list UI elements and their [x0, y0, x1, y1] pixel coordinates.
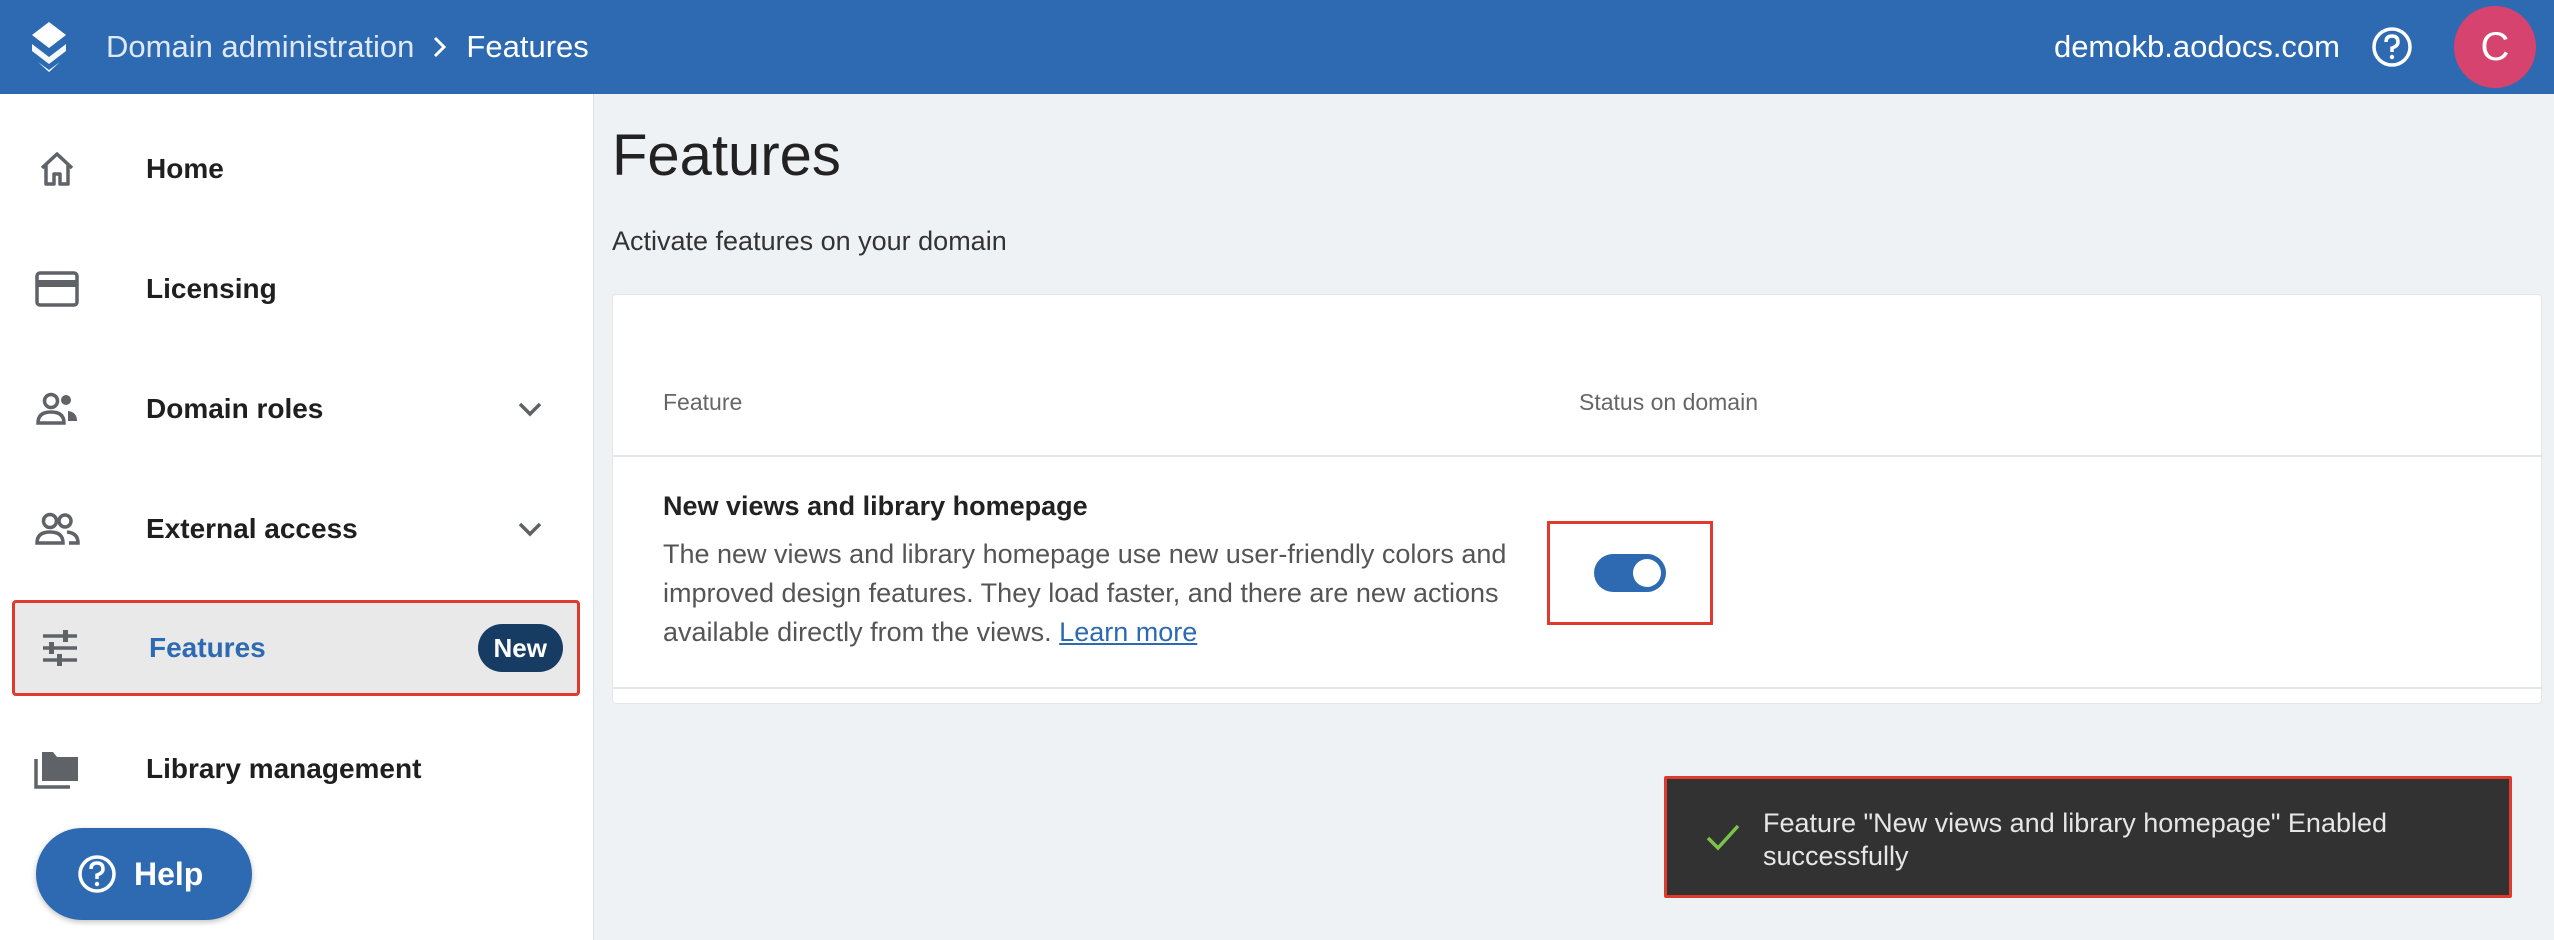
help-label: Help [134, 855, 204, 892]
success-toast: Feature "New views and library homepage"… [1664, 776, 2512, 898]
credit-card-icon [34, 266, 80, 312]
sidebar: Home Licensing Domain roles External acc… [0, 94, 594, 940]
tune-icon [37, 625, 83, 671]
sidebar-item-label: Library management [146, 753, 422, 784]
home-icon [34, 146, 80, 192]
avatar[interactable]: C [2454, 6, 2536, 88]
row-divider [613, 687, 2543, 689]
chevron-right-icon [430, 35, 450, 59]
check-icon [1706, 824, 1740, 851]
sidebar-item-features[interactable]: Features New [12, 600, 580, 696]
breadcrumb-root[interactable]: Domain administration [106, 29, 414, 65]
feature-title: New views and library homepage [663, 491, 1088, 521]
feature-description: The new views and library homepage use n… [663, 535, 1543, 652]
sidebar-item-label: Licensing [146, 273, 277, 304]
features-table: Feature Status on domain New views and l… [612, 294, 2543, 704]
help-button[interactable]: Help [36, 828, 252, 920]
toast-message: Feature "New views and library homepage"… [1763, 808, 2388, 871]
sidebar-item-label: External access [146, 513, 358, 544]
people-icon [34, 386, 80, 432]
help-circle-icon[interactable] [2370, 25, 2414, 69]
breadcrumb: Domain administration Features [106, 0, 589, 94]
sidebar-item-library-management[interactable]: Library management [0, 724, 594, 814]
new-badge: New [477, 624, 563, 672]
status-toggle-highlight [1547, 521, 1713, 625]
sidebar-item-label: Features [149, 632, 266, 663]
learn-more-link[interactable]: Learn more [1059, 617, 1197, 647]
page-subtitle: Activate features on your domain [612, 226, 1007, 256]
breadcrumb-current: Features [466, 29, 589, 64]
chevron-down-icon[interactable] [512, 391, 548, 427]
chevron-down-icon[interactable] [512, 511, 548, 547]
sidebar-item-domain-roles[interactable]: Domain roles [0, 364, 594, 454]
top-bar: Domain administration Features demokb.ao… [0, 0, 2554, 94]
domain-name: demokb.aodocs.com [2053, 29, 2340, 64]
aodocs-logo-icon[interactable] [26, 20, 72, 74]
group-icon [34, 506, 80, 552]
page-title: Features [612, 123, 841, 188]
toggle-knob [1633, 559, 1661, 587]
folders-icon [34, 746, 80, 792]
header-divider [613, 455, 2543, 457]
sidebar-item-label: Domain roles [146, 393, 324, 424]
feature-status-toggle[interactable] [1594, 554, 1666, 592]
sidebar-item-external-access[interactable]: External access [0, 484, 594, 574]
column-header-feature: Feature [663, 389, 743, 415]
sidebar-item-label: Home [146, 153, 224, 184]
sidebar-item-licensing[interactable]: Licensing [0, 244, 594, 334]
help-circle-icon [78, 855, 116, 893]
column-header-status: Status on domain [1579, 389, 1759, 415]
sidebar-item-home[interactable]: Home [0, 124, 594, 214]
